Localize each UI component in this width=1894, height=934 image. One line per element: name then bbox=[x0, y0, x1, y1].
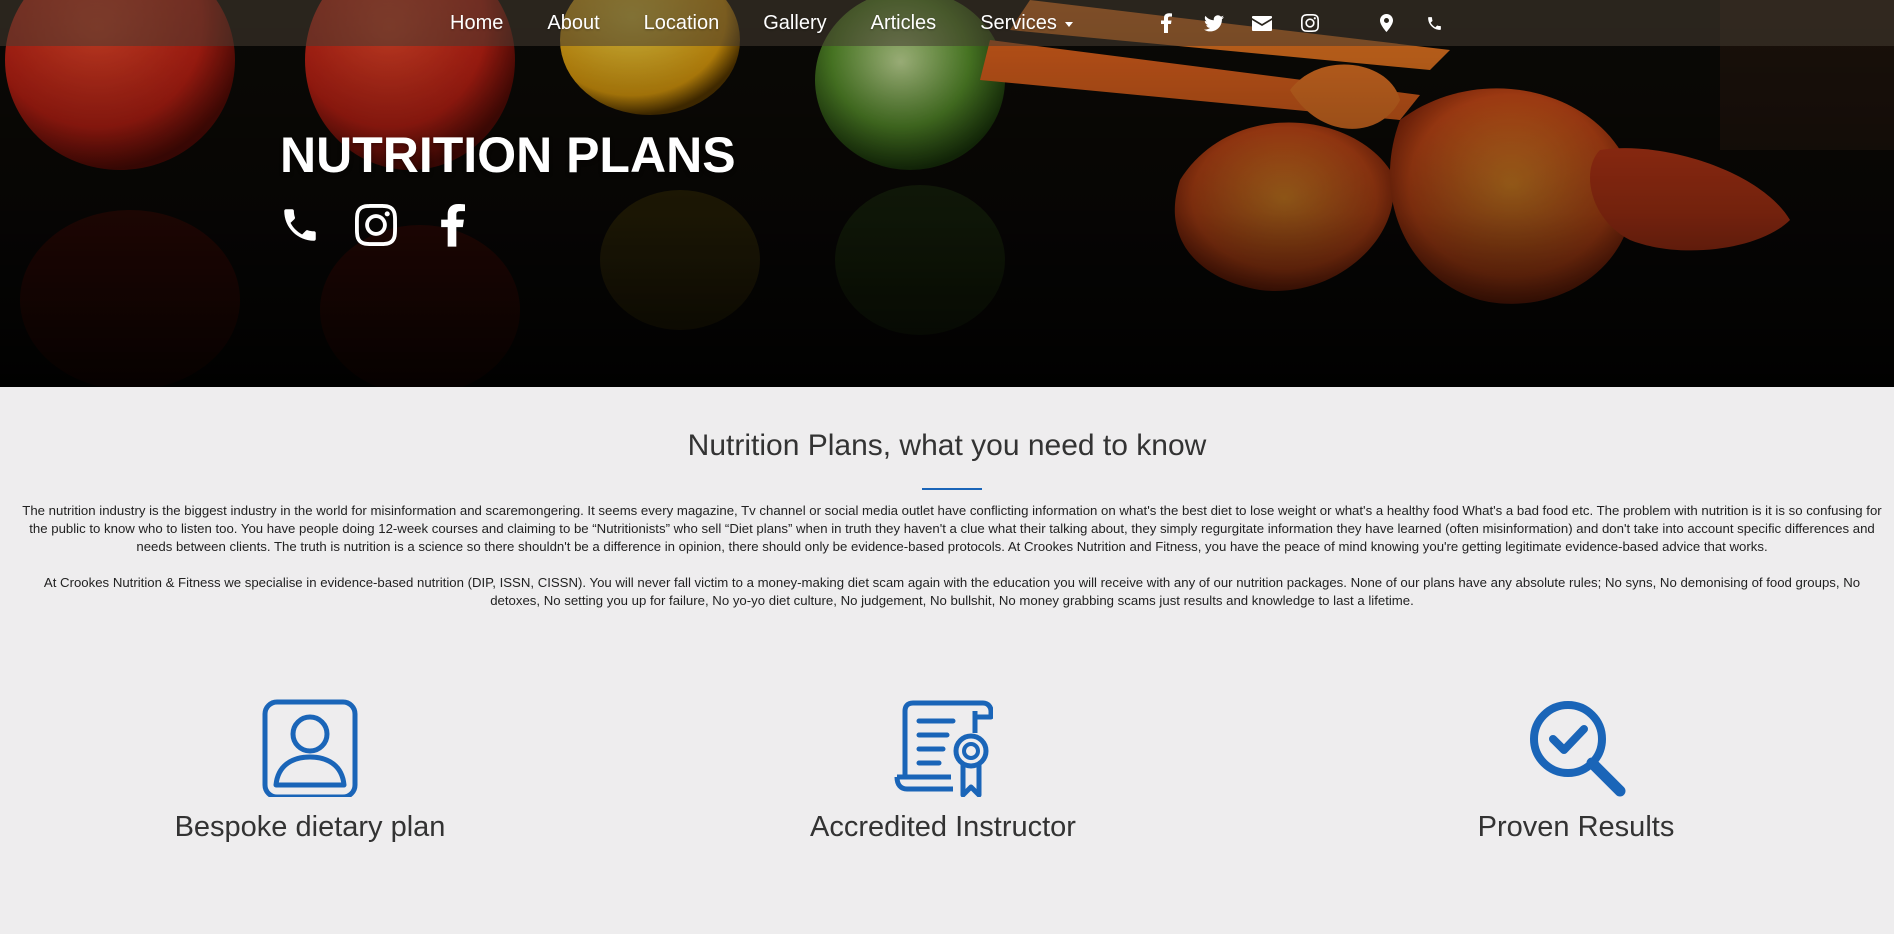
nav-gallery[interactable]: Gallery bbox=[763, 12, 826, 35]
facebook-icon[interactable] bbox=[430, 202, 474, 248]
phone-icon[interactable] bbox=[1423, 12, 1445, 34]
specialise-paragraph: At Crookes Nutrition & Fitness we specia… bbox=[43, 575, 1861, 608]
facebook-icon[interactable] bbox=[1155, 12, 1177, 34]
magnifier-check-icon bbox=[1530, 701, 1626, 797]
caret-down-icon bbox=[1064, 21, 1073, 27]
feature-label: Accredited Instructor bbox=[810, 811, 1076, 843]
certificate-icon bbox=[894, 700, 993, 797]
nav-articles[interactable]: Articles bbox=[871, 12, 937, 35]
nav-about[interactable]: About bbox=[547, 12, 599, 35]
feature-proven-results: Proven Results bbox=[1326, 697, 1826, 844]
section-title: Nutrition Plans, what you need to know bbox=[687, 429, 1207, 462]
map-marker-icon[interactable] bbox=[1375, 12, 1397, 34]
page-title: NUTRITION PLANS bbox=[280, 127, 736, 183]
hero-banner: Home About Location Gallery Articles Ser… bbox=[0, 0, 1894, 387]
feature-label: Bespoke dietary plan bbox=[174, 811, 446, 843]
twitter-icon[interactable] bbox=[1203, 12, 1225, 34]
nav-contact-icons bbox=[1375, 0, 1471, 46]
feature-bespoke-plan: Bespoke dietary plan bbox=[60, 697, 560, 844]
hero-background-image bbox=[0, 0, 1894, 387]
user-profile-icon bbox=[262, 699, 358, 797]
feature-label: Proven Results bbox=[1477, 811, 1675, 843]
instagram-icon[interactable] bbox=[354, 202, 398, 248]
top-navigation-bar: Home About Location Gallery Articles Ser… bbox=[0, 0, 1894, 46]
nav-links: Home About Location Gallery Articles Ser… bbox=[450, 0, 1117, 46]
nav-services-label: Services bbox=[980, 11, 1057, 34]
phone-icon[interactable] bbox=[278, 202, 322, 248]
title-divider bbox=[922, 488, 982, 490]
hero-contact-icons bbox=[278, 202, 506, 248]
nav-home[interactable]: Home bbox=[450, 12, 503, 35]
nav-services-dropdown[interactable]: Services bbox=[980, 12, 1073, 35]
nav-location[interactable]: Location bbox=[644, 12, 720, 35]
instagram-icon[interactable] bbox=[1299, 12, 1321, 34]
feature-accredited-instructor: Accredited Instructor bbox=[693, 697, 1193, 844]
intro-paragraph: The nutrition industry is the biggest in… bbox=[22, 503, 1882, 554]
nav-social-icons bbox=[1155, 0, 1347, 46]
envelope-icon[interactable] bbox=[1251, 12, 1273, 34]
